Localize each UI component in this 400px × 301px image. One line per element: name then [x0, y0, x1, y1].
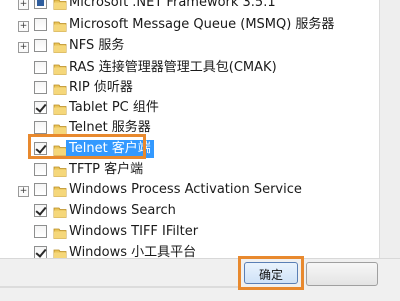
feature-label: Microsoft Message Queue (MSMQ) 服务器 — [69, 17, 335, 32]
feature-checkbox[interactable] — [34, 81, 47, 94]
folder-icon — [53, 183, 67, 197]
folder-icon — [53, 61, 67, 75]
folder-icon — [53, 39, 67, 53]
feature-checkbox[interactable] — [34, 61, 47, 74]
feature-checkbox[interactable] — [34, 183, 47, 196]
ok-button[interactable]: 确定 — [244, 262, 298, 284]
feature-row[interactable]: RAS 连接管理器管理工具包(CMAK) — [0, 58, 380, 80]
feature-row[interactable]: Telnet 客户端 — [0, 139, 380, 161]
feature-row[interactable]: + Microsoft .NET Framework 3.5.1 — [0, 0, 380, 15]
feature-checkbox[interactable] — [34, 225, 47, 238]
divider — [0, 286, 240, 288]
folder-icon — [53, 163, 67, 177]
feature-label: RIP 侦听器 — [69, 80, 133, 95]
feature-row[interactable]: RIP 侦听器 — [0, 78, 380, 100]
folder-icon — [53, 81, 67, 95]
feature-checkbox[interactable] — [34, 204, 47, 217]
feature-row[interactable]: Telnet 服务器 — [0, 118, 380, 140]
feature-label: RAS 连接管理器管理工具包(CMAK) — [69, 60, 277, 75]
folder-icon — [53, 0, 67, 10]
feature-label: Microsoft .NET Framework 3.5.1 — [69, 0, 276, 10]
cancel-button[interactable] — [306, 262, 378, 286]
feature-row[interactable]: + NFS 服务 — [0, 36, 380, 58]
folder-icon — [53, 101, 67, 115]
expand-icon[interactable]: + — [18, 21, 29, 32]
feature-label: Windows Process Activation Service — [69, 182, 302, 197]
expand-icon[interactable]: + — [18, 0, 29, 10]
folder-icon — [53, 121, 67, 135]
expand-icon[interactable]: + — [18, 42, 29, 53]
folder-icon — [53, 204, 67, 218]
expand-icon[interactable]: + — [18, 186, 29, 197]
feature-label: Windows TIFF IFilter — [69, 224, 199, 239]
feature-row[interactable]: + Microsoft Message Queue (MSMQ) 服务器 — [0, 15, 380, 37]
feature-row[interactable]: Tablet PC 组件 — [0, 98, 380, 120]
feature-checkbox[interactable] — [34, 0, 47, 9]
feature-checkbox[interactable] — [34, 121, 47, 134]
feature-checkbox[interactable] — [34, 163, 47, 176]
feature-label: NFS 服务 — [69, 38, 125, 53]
feature-row[interactable]: Windows TIFF IFilter — [0, 222, 380, 244]
feature-label: Telnet 服务器 — [69, 120, 151, 135]
folder-icon — [53, 142, 67, 156]
folder-icon — [53, 225, 67, 239]
feature-row[interactable]: Windows Search — [0, 201, 380, 223]
feature-checkbox[interactable] — [34, 101, 47, 114]
feature-label: TFTP 客户端 — [69, 162, 144, 177]
features-tree: + Microsoft .NET Framework 3.5.1 + Microsof… — [0, 0, 400, 260]
folder-icon — [53, 18, 67, 32]
feature-row[interactable]: TFTP 客户端 — [0, 160, 380, 182]
scrollbar[interactable] — [379, 0, 400, 258]
feature-label: Telnet 客户端 — [66, 140, 154, 158]
feature-label: Tablet PC 组件 — [69, 100, 159, 115]
feature-checkbox[interactable] — [34, 142, 47, 155]
feature-label: Windows Search — [69, 203, 176, 218]
feature-row[interactable]: + Windows Process Activation Service — [0, 180, 380, 202]
feature-checkbox[interactable] — [34, 39, 47, 52]
feature-checkbox[interactable] — [34, 18, 47, 31]
